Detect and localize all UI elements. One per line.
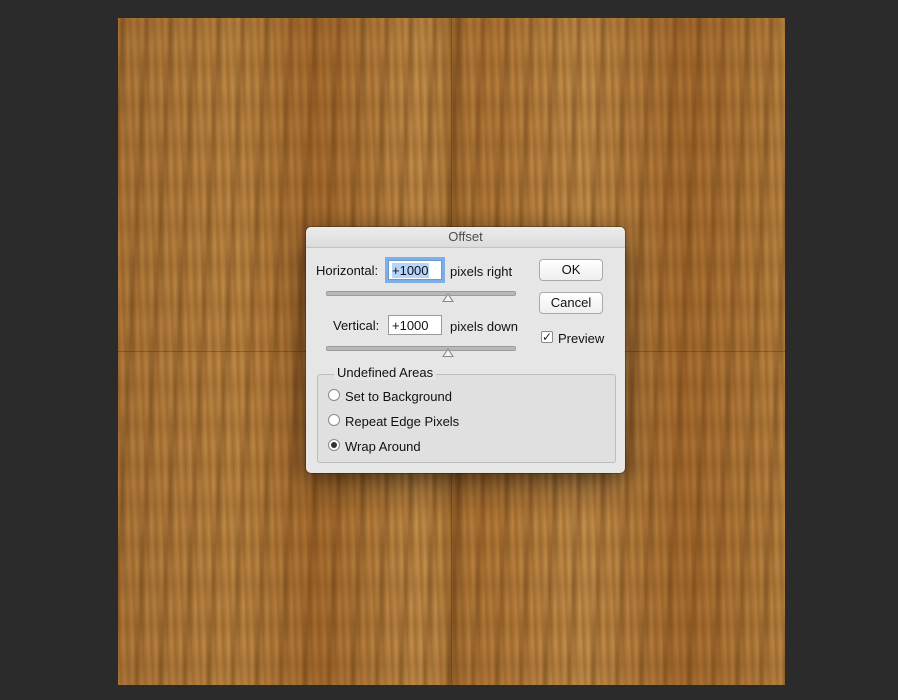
vertical-value: +1000 xyxy=(392,318,429,333)
offset-dialog: Offset Horizontal: +1000 pixels right Ve… xyxy=(306,227,625,473)
vertical-label: Vertical: xyxy=(333,318,380,333)
vertical-unit-label: pixels down xyxy=(450,319,518,334)
horizontal-label: Horizontal: xyxy=(316,263,379,278)
preview-checkbox[interactable]: ✓ xyxy=(541,331,553,343)
undefined-areas-title: Undefined Areas xyxy=(334,365,437,380)
horizontal-unit-label: pixels right xyxy=(450,264,513,279)
set-to-background-radio[interactable] xyxy=(328,389,340,401)
repeat-edge-pixels-label[interactable]: Repeat Edge Pixels xyxy=(345,414,459,429)
dialog-title: Offset xyxy=(306,227,625,248)
set-to-background-label[interactable]: Set to Background xyxy=(345,389,452,404)
vertical-slider-thumb[interactable] xyxy=(442,348,455,357)
vertical-slider-track[interactable] xyxy=(326,346,516,351)
wrap-around-label[interactable]: Wrap Around xyxy=(345,439,421,454)
ok-button[interactable]: OK xyxy=(539,259,603,281)
preview-label: Preview xyxy=(558,331,605,346)
horizontal-slider-thumb[interactable] xyxy=(442,293,455,302)
horizontal-field[interactable]: +1000 xyxy=(388,260,442,280)
horizontal-value: +1000 xyxy=(392,263,429,278)
wrap-around-radio[interactable] xyxy=(328,439,340,451)
cancel-button[interactable]: Cancel xyxy=(539,292,603,314)
vertical-field[interactable]: +1000 xyxy=(388,315,442,335)
horizontal-slider-track[interactable] xyxy=(326,291,516,296)
repeat-edge-pixels-radio[interactable] xyxy=(328,414,340,426)
